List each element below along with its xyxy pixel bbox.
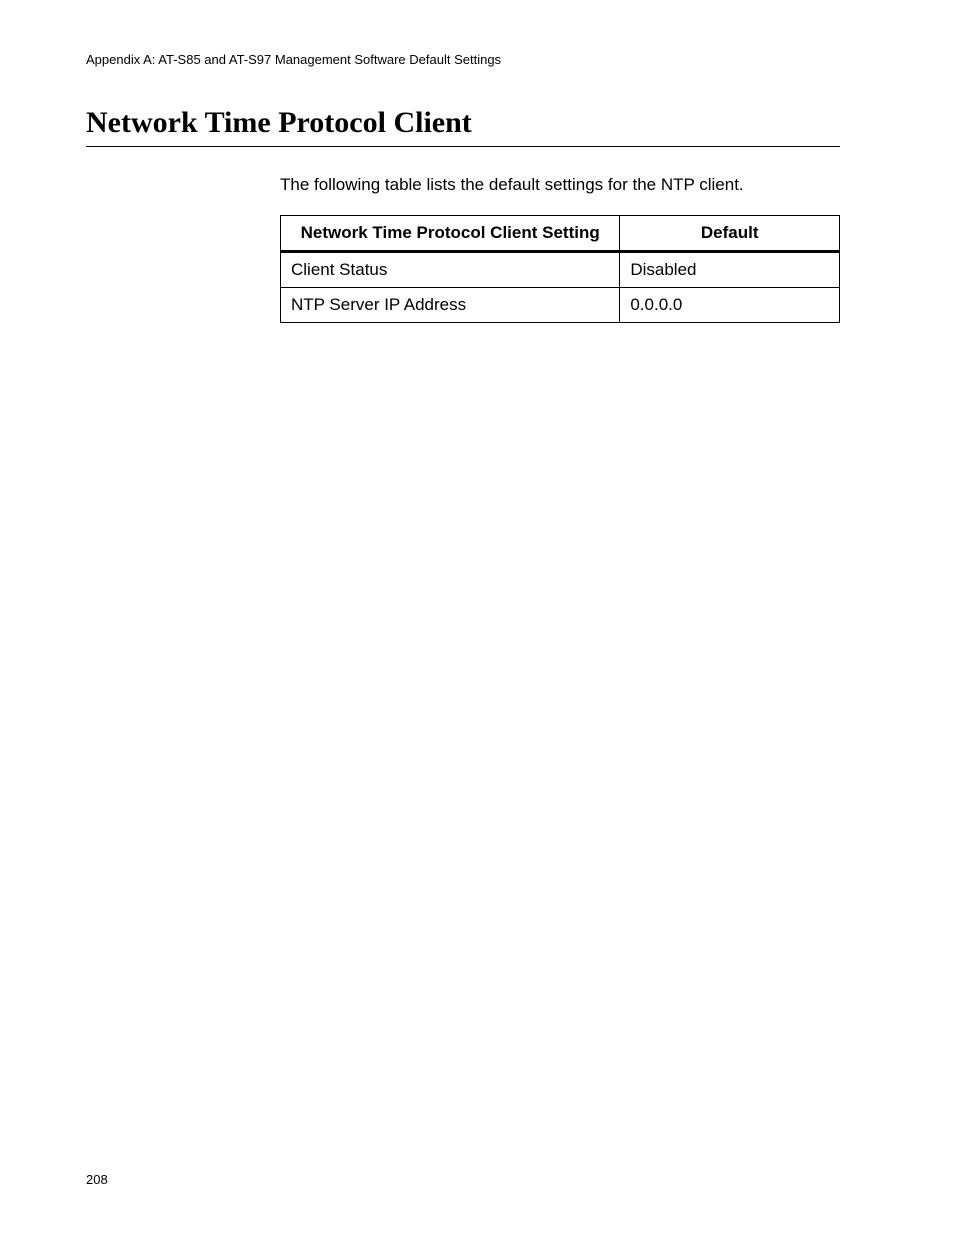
col-header-default: Default — [620, 216, 840, 252]
ntp-defaults-table: Network Time Protocol Client Setting Def… — [280, 215, 840, 323]
table-row: NTP Server IP Address 0.0.0.0 — [281, 288, 840, 323]
section-title: Network Time Protocol Client — [86, 106, 840, 147]
running-header: Appendix A: AT-S85 and AT-S97 Management… — [86, 52, 501, 67]
col-header-setting: Network Time Protocol Client Setting — [281, 216, 620, 252]
page-number: 208 — [86, 1172, 108, 1187]
table-header-row: Network Time Protocol Client Setting Def… — [281, 216, 840, 252]
cell-default: Disabled — [620, 252, 840, 288]
intro-paragraph: The following table lists the default se… — [280, 175, 744, 195]
cell-setting: Client Status — [281, 252, 620, 288]
document-page: Appendix A: AT-S85 and AT-S97 Management… — [0, 0, 954, 1235]
cell-setting: NTP Server IP Address — [281, 288, 620, 323]
cell-default: 0.0.0.0 — [620, 288, 840, 323]
table-row: Client Status Disabled — [281, 252, 840, 288]
